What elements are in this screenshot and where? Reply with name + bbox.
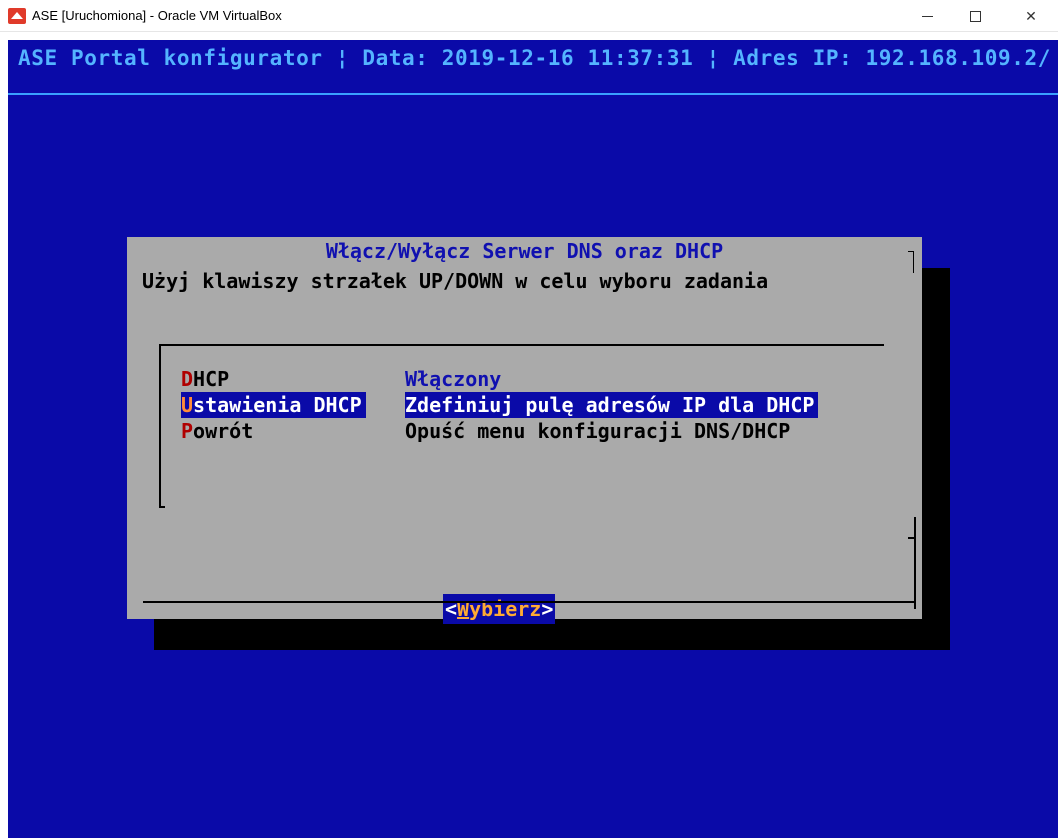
virtualbox-app-icon (8, 8, 26, 24)
menu-item-hotkey: U (181, 393, 194, 417)
dialog-corner (913, 251, 914, 273)
header-divider (8, 93, 1058, 95)
menu-item-ustawienia-dhcp[interactable]: Ustawienia DHCP (181, 392, 366, 418)
dialog-right-border (914, 517, 916, 609)
close-icon: ✕ (1025, 7, 1037, 24)
window-title: ASE [Uruchomiona] - Oracle VM VirtualBox (32, 8, 282, 23)
menu-item-dhcp[interactable]: DHCP (181, 366, 229, 392)
minimize-icon (921, 15, 933, 17)
select-button[interactable]: <Wybierz> (443, 594, 556, 624)
menu-bottom-tick (159, 506, 165, 508)
dialog-corner-tick (908, 251, 914, 252)
menu-item-label: HCP (193, 367, 230, 391)
vm-console[interactable]: ASE Portal konfigurator ¦ Data: 2019-12-… (8, 40, 1058, 838)
portal-header: ASE Portal konfigurator ¦ Data: 2019-12-… (18, 46, 1051, 70)
menu-list: DHCP Włączony Ustawienia DHCP Zdefiniuj … (159, 344, 884, 508)
maximize-button[interactable] (952, 0, 998, 32)
dns-dhcp-dialog: Włącz/Wyłącz Serwer DNS oraz DHCP Użyj k… (127, 237, 922, 624)
window-left-frame (0, 32, 8, 838)
menu-item-hotkey: P (181, 419, 194, 443)
menu-desc-powrot[interactable]: Opuść menu konfiguracji DNS/DHCP (405, 418, 790, 444)
menu-desc-dhcp[interactable]: Włączony (405, 366, 501, 392)
maximize-icon (969, 10, 981, 22)
menu-item-label: owrót (193, 419, 254, 443)
menu-desc-ustawienia-dhcp[interactable]: Zdefiniuj pulę adresów IP dla DHCP (405, 392, 819, 418)
dialog-bottom-border (143, 601, 915, 603)
menu-item-label: stawienia DHCP (193, 393, 362, 417)
dialog-title: Włącz/Wyłącz Serwer DNS oraz DHCP (325, 239, 724, 263)
close-button[interactable]: ✕ (1008, 0, 1054, 32)
menu-top-border (159, 344, 884, 346)
menu-left-border (159, 344, 161, 508)
menu-item-hotkey: D (181, 367, 194, 391)
menu-item-powrot[interactable]: Powrót (181, 418, 253, 444)
dialog-subtitle: Użyj klawiszy strzałek UP/DOWN w celu wy… (142, 269, 769, 293)
minimize-button[interactable] (904, 0, 950, 32)
window-titlebar: ASE [Uruchomiona] - Oracle VM VirtualBox… (0, 0, 1058, 32)
dialog-right-tick (908, 537, 916, 539)
